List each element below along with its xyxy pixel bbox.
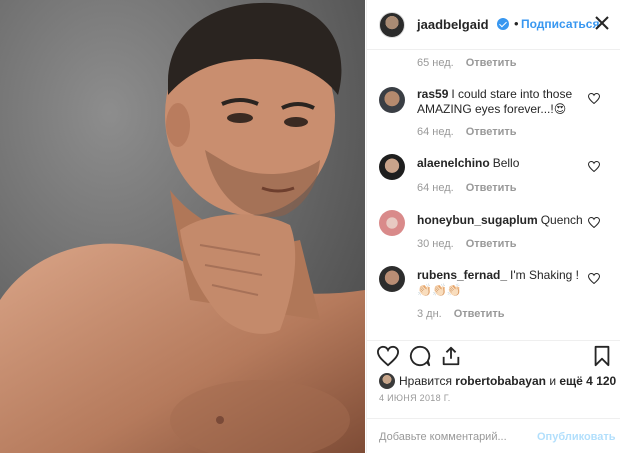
post-header: jaadbelgaid • Подписаться bbox=[367, 0, 620, 50]
comment-text: rubens_fernad_ I'm Shaking !👏🏻👏🏻👏🏻 bbox=[417, 268, 587, 298]
liker-avatar[interactable] bbox=[379, 373, 395, 389]
likes-text: Нравится robertobabayan и ещё 4 120 bbox=[399, 374, 616, 388]
verified-icon bbox=[497, 18, 509, 30]
post-photo-image bbox=[0, 0, 365, 453]
heart-icon[interactable] bbox=[588, 161, 600, 172]
post-photo[interactable] bbox=[0, 0, 365, 453]
action-bar bbox=[367, 340, 620, 370]
comment-body: Bello bbox=[492, 156, 520, 170]
reply-button[interactable]: Ответить bbox=[466, 126, 517, 138]
post-sidebar: jaadbelgaid • Подписаться 65 нед. Ответит… bbox=[366, 0, 620, 453]
share-icon[interactable] bbox=[440, 345, 462, 367]
reply-button[interactable]: Ответить bbox=[466, 238, 517, 250]
comment-text: alaenelchino Bello bbox=[417, 156, 587, 171]
author-username[interactable]: jaadbelgaid bbox=[417, 17, 489, 32]
reply-button[interactable]: Ответить bbox=[466, 57, 517, 69]
comment-icon[interactable] bbox=[409, 345, 431, 367]
follow-button[interactable]: Подписаться bbox=[521, 17, 599, 31]
author-avatar[interactable] bbox=[379, 12, 405, 38]
comment-meta: 30 нед. Ответить bbox=[417, 238, 517, 250]
reply-button[interactable]: Ответить bbox=[454, 308, 505, 320]
comment-time: 65 нед. bbox=[417, 57, 454, 69]
more-icon[interactable] bbox=[593, 14, 611, 32]
commenter-avatar[interactable] bbox=[379, 210, 405, 236]
likes-and: и bbox=[549, 374, 557, 388]
heart-icon[interactable] bbox=[588, 273, 600, 284]
commenter-avatar[interactable] bbox=[379, 87, 405, 113]
comment-time: 64 нед. bbox=[417, 126, 454, 138]
heart-icon[interactable] bbox=[588, 217, 600, 228]
comment-text: ras59 I could stare into those AMAZING ey… bbox=[417, 87, 587, 117]
comment-meta: 65 нед. Ответить bbox=[417, 57, 517, 69]
comment-time: 3 дн. bbox=[417, 308, 442, 320]
heart-icon[interactable] bbox=[377, 345, 399, 367]
add-comment-bar: Добавьте комментарий... Опубликовать bbox=[367, 418, 620, 453]
comment-meta: 64 нед. Ответить bbox=[417, 126, 517, 138]
liker-username[interactable]: robertobabayan bbox=[455, 374, 546, 388]
publish-button[interactable]: Опубликовать bbox=[537, 431, 616, 443]
likes-count[interactable]: ещё 4 120 bbox=[559, 374, 616, 388]
comment-body: Quench bbox=[540, 213, 583, 227]
heart-icon[interactable] bbox=[588, 93, 600, 104]
post-date: 4 ИЮНЯ 2018 Г. bbox=[379, 393, 451, 403]
comments-list[interactable]: 65 нед. Ответить ras59 I could stare into … bbox=[367, 50, 620, 340]
separator-dot: • bbox=[514, 16, 519, 31]
comment-time: 64 нед. bbox=[417, 182, 454, 194]
commenter-username[interactable]: honeybun_sugaplum bbox=[417, 213, 538, 227]
likes-prefix: Нравится bbox=[399, 374, 452, 388]
commenter-username[interactable]: ras59 bbox=[417, 87, 448, 101]
commenter-avatar[interactable] bbox=[379, 154, 405, 180]
comment-time: 30 нед. bbox=[417, 238, 454, 250]
comment-meta: 3 дн. Ответить bbox=[417, 308, 505, 320]
commenter-username[interactable]: alaenelchino bbox=[417, 156, 490, 170]
commenter-username[interactable]: rubens_fernad_ bbox=[417, 268, 507, 282]
commenter-avatar[interactable] bbox=[379, 266, 405, 292]
comment-meta: 64 нед. Ответить bbox=[417, 182, 517, 194]
comment-input[interactable]: Добавьте комментарий... bbox=[379, 431, 507, 443]
comment-text: honeybun_sugaplum Quench bbox=[417, 213, 587, 228]
reply-button[interactable]: Ответить bbox=[466, 182, 517, 194]
bookmark-icon[interactable] bbox=[591, 345, 613, 367]
likes-line: Нравится robertobabayan и ещё 4 120 bbox=[379, 372, 619, 390]
